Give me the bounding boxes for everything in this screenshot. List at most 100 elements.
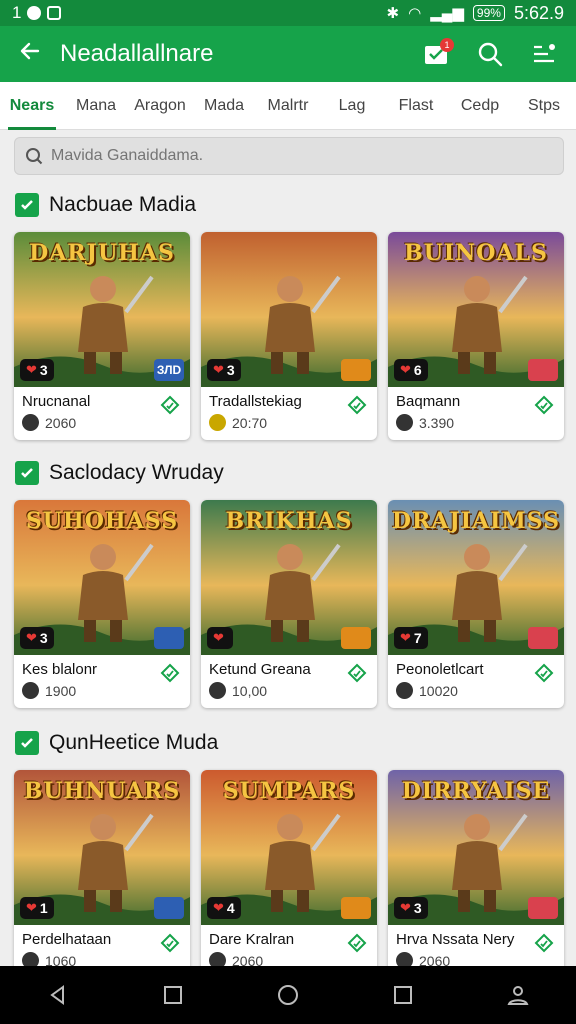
game-name: Perdelhataan (22, 931, 112, 948)
download-count: 3.390 (419, 414, 455, 431)
clock: 5:62.9 (513, 2, 564, 23)
game-card[interactable]: BUINOALS ❤ 6 Baqmann 3.390 (388, 232, 564, 440)
game-art-title: DIRRYAISE (401, 778, 551, 804)
check-icon (15, 461, 39, 485)
tab-6[interactable]: Flast (384, 82, 448, 130)
game-card[interactable]: BUHNUARS ❤ 1 Perdelhataan 1060 (14, 770, 190, 978)
likes-badge: ❤ 1 (20, 897, 54, 919)
hero-figure (265, 275, 341, 374)
tab-4[interactable]: Malrtr (256, 82, 320, 130)
game-art-title: DARJUHAS (29, 240, 175, 266)
hero-figure (78, 275, 154, 374)
category-tag: ЗЛD (154, 359, 184, 381)
category-tag (528, 359, 558, 381)
game-art: DIRRYAISE ❤ 3 (388, 770, 564, 925)
likes-badge: ❤ 4 (207, 897, 241, 919)
heart-icon: ❤ (213, 900, 224, 915)
heart-icon: ❤ (213, 630, 224, 645)
nav-square-icon[interactable] (153, 975, 193, 1015)
tab-7[interactable]: Cedp (448, 82, 512, 130)
tab-1[interactable]: Mana (64, 82, 128, 130)
download-icon[interactable] (347, 663, 367, 683)
likes-badge: ❤ 3 (207, 359, 241, 381)
signal-icon: ▂▄▆ (430, 5, 464, 22)
search-icon[interactable] (474, 38, 506, 70)
section-1: Saclodacy Wruday SUHOHASS ❤ 3 Kes blalonr… (0, 458, 576, 708)
hero-figure (452, 275, 528, 374)
app-notification-icon (47, 6, 62, 20)
game-name: Ketund Greana (209, 661, 311, 678)
category-tag (341, 897, 371, 919)
hero-figure (78, 813, 154, 912)
category-tag (154, 627, 184, 649)
back-arrow-icon[interactable] (0, 39, 60, 70)
search-bar[interactable] (14, 137, 564, 175)
game-name: Tradallstekiag (209, 393, 302, 410)
download-icon[interactable] (160, 395, 180, 415)
search-input[interactable] (51, 147, 531, 165)
download-icon[interactable] (160, 933, 180, 953)
game-card[interactable]: SUHOHASS ❤ 3 Kes blalonr 1900 (14, 500, 190, 708)
wifi-icon: ◠ (408, 5, 422, 22)
game-art: DRAJIAIMSS ❤ 7 (388, 500, 564, 655)
game-art: BRIKHAS ❤ (201, 500, 377, 655)
tab-2[interactable]: Aragon (128, 82, 192, 130)
download-icon[interactable] (534, 933, 554, 953)
game-card[interactable]: SUMPARS ❤ 4 Dare Kralran 2060 (201, 770, 377, 978)
category-tag (154, 897, 184, 919)
game-art: SUMPARS ❤ 4 (201, 770, 377, 925)
hero-figure (452, 543, 528, 642)
download-icon[interactable] (347, 395, 367, 415)
whatsapp-icon (27, 6, 42, 20)
hero-figure (265, 543, 341, 642)
game-card[interactable]: DARJUHAS ❤ 3 ЗЛD Nrucnanal 2060 (14, 232, 190, 440)
download-icon[interactable] (534, 395, 554, 415)
nav-home-icon[interactable] (268, 975, 308, 1015)
game-card[interactable]: BRIKHAS ❤ Ketund Greana 10,00 (201, 500, 377, 708)
search-icon (26, 148, 43, 165)
heart-icon: ❤ (400, 900, 411, 915)
section-header: Saclodacy Wruday (0, 458, 576, 488)
section-header: QunHeetice Muda (0, 728, 576, 758)
category-tag (341, 359, 371, 381)
likes-badge: ❤ (207, 627, 233, 649)
game-name: Peonoletlcart (396, 661, 484, 678)
heart-icon: ❤ (400, 362, 411, 377)
tab-5[interactable]: Lag (320, 82, 384, 130)
section-2: QunHeetice Muda BUHNUARS ❤ 1 Perdelhataan… (0, 728, 576, 978)
tab-3[interactable]: Mada (192, 82, 256, 130)
download-icon[interactable] (534, 663, 554, 683)
nav-recents-icon[interactable] (383, 975, 423, 1015)
heart-icon: ❤ (26, 362, 37, 377)
coin-icon (209, 682, 226, 699)
bluetooth-icon: ✱ (386, 5, 400, 22)
category-tag (341, 627, 371, 649)
game-art-title: BRIKHAS (225, 508, 353, 534)
section-title: QunHeetice Muda (49, 731, 219, 754)
system-nav-bar (0, 966, 576, 1024)
tab-0[interactable]: Nears (0, 82, 64, 130)
game-card[interactable]: DRAJIAIMSS ❤ 7 Peonoletlcart 10020 (388, 500, 564, 708)
download-count: 10,00 (232, 682, 268, 699)
notification-badge: 1 (440, 38, 454, 52)
game-name: Kes blalonr (22, 661, 98, 678)
coin-icon (22, 414, 39, 431)
game-card[interactable]: ❤ 3 Tradallstekiag 20:70 (201, 232, 377, 440)
download-count: 2060 (45, 414, 77, 431)
app-bar: Neadallallnare 1 (0, 26, 576, 82)
game-art-title: SUHOHASS (25, 508, 179, 534)
download-icon[interactable] (347, 933, 367, 953)
game-art-title: DRAJIAIMSS (391, 508, 561, 534)
filter-icon[interactable] (528, 38, 560, 70)
category-tag (528, 897, 558, 919)
game-card[interactable]: DIRRYAISE ❤ 3 Hrva Nssata Nery 2060 (388, 770, 564, 978)
section-title: Nacbuae Madia (49, 193, 197, 216)
tab-8[interactable]: Stps (512, 82, 576, 130)
nav-back-icon[interactable] (38, 975, 78, 1015)
likes-badge: ❤ 6 (394, 359, 428, 381)
category-tabs: Nears Mana Aragon Mada Malrtr Lag Flast … (0, 82, 576, 130)
download-count: 1900 (45, 682, 77, 699)
nav-profile-icon[interactable] (498, 975, 538, 1015)
inbox-icon[interactable]: 1 (420, 38, 454, 70)
download-icon[interactable] (160, 663, 180, 683)
